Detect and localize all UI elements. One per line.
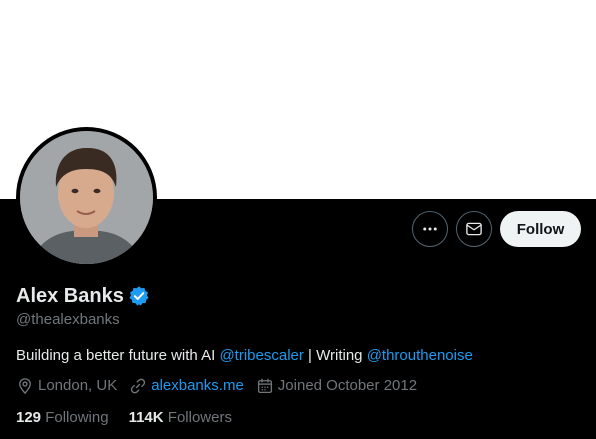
more-options-button[interactable] bbox=[412, 211, 448, 247]
calendar-icon bbox=[257, 378, 272, 394]
joined-date: Joined October 2012 bbox=[277, 377, 418, 394]
location-item: London, UK bbox=[16, 376, 117, 396]
name-row: Alex Banks bbox=[16, 284, 150, 308]
location-text: London, UK bbox=[38, 377, 118, 394]
followers-link[interactable]: 114K Followers bbox=[129, 408, 232, 428]
following-label: Following bbox=[45, 409, 109, 426]
bio-mention-tribescaler[interactable]: @tribescaler bbox=[219, 347, 303, 364]
website-link[interactable]: alexbanks.me bbox=[151, 376, 244, 396]
bio-text: Building a better future with AI bbox=[16, 347, 220, 364]
bio-mention-throuthenoise[interactable]: @throuthenoise bbox=[367, 347, 473, 364]
follow-button[interactable]: Follow bbox=[500, 211, 581, 247]
following-link[interactable]: 129 Following bbox=[16, 408, 109, 428]
envelope-icon bbox=[466, 222, 482, 236]
bio-text: | Writing bbox=[303, 347, 367, 364]
joined-item: Joined October 2012 bbox=[256, 376, 417, 396]
followers-label: Followers bbox=[167, 409, 232, 426]
website-item[interactable]: alexbanks.me bbox=[129, 376, 244, 396]
avatar[interactable] bbox=[16, 127, 157, 268]
follow-stats: 129 Following 114K Followers bbox=[16, 408, 252, 428]
avatar-photo bbox=[20, 131, 153, 264]
more-horizontal-icon bbox=[423, 227, 437, 231]
location-pin-icon bbox=[19, 378, 31, 395]
profile-meta: London, UK alexbanks.me Joined October 2… bbox=[16, 376, 429, 396]
verified-badge-icon[interactable] bbox=[128, 285, 150, 307]
user-handle: @thealexbanks bbox=[16, 311, 120, 328]
followers-count: 114K bbox=[128, 409, 164, 426]
following-count: 129 bbox=[16, 409, 42, 426]
link-icon bbox=[131, 378, 146, 394]
display-name: Alex Banks bbox=[16, 285, 124, 307]
message-button[interactable] bbox=[456, 211, 492, 247]
bio: Building a better future with AI @tribes… bbox=[16, 346, 473, 366]
